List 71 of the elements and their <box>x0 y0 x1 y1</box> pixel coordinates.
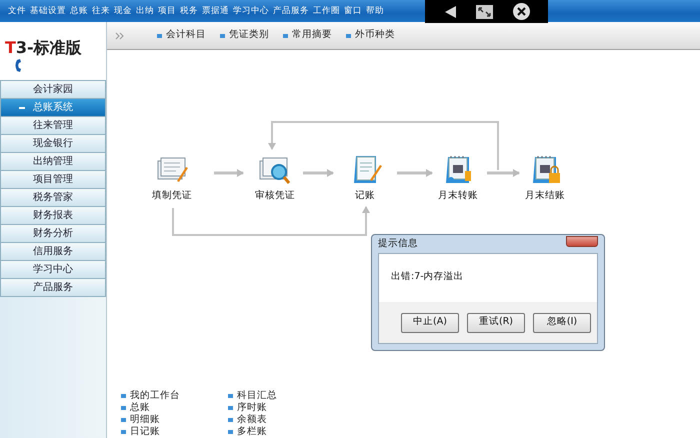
quick-link[interactable]: 总账 <box>121 402 180 414</box>
quick-link[interactable]: 序时账 <box>228 402 277 414</box>
sidebar-item[interactable]: 项目管理 <box>0 171 106 189</box>
quick-link[interactable]: 明细账 <box>121 414 180 426</box>
bullet-icon <box>228 406 233 410</box>
bullet-icon <box>346 34 351 38</box>
menu-item[interactable]: 现金 <box>114 4 132 18</box>
menu-item[interactable]: 票据通 <box>202 4 229 18</box>
sidebar-item[interactable]: 信用服务 <box>0 243 106 261</box>
quick-link[interactable]: 日记账 <box>121 426 180 438</box>
quick-link[interactable]: 我的工作台 <box>121 390 180 402</box>
sidebar-item[interactable]: 出纳管理 <box>0 153 106 171</box>
logo-letter: T <box>5 37 16 59</box>
close-icon[interactable] <box>513 3 530 20</box>
bullet-icon <box>283 34 288 38</box>
menu-item[interactable]: 工作圈 <box>313 4 340 18</box>
quick-link[interactable]: 多栏账 <box>228 426 277 438</box>
bullet-icon <box>220 34 225 38</box>
bullet-icon <box>121 394 126 398</box>
flow-arrow <box>397 169 433 177</box>
sidebar-item[interactable]: 现金银行 <box>0 135 106 153</box>
toolbar-link[interactable]: 常用摘要 <box>283 28 332 43</box>
sidebar-item[interactable]: 产品服务 <box>0 279 106 297</box>
sidebar-item[interactable]: 总账系统 <box>0 99 106 117</box>
menu-item[interactable]: 项目 <box>158 4 176 18</box>
flow-arrow <box>303 169 334 177</box>
flow-step-label[interactable]: 记账 <box>355 189 375 204</box>
dialog-button[interactable]: 重试(R) <box>467 312 525 332</box>
phone-icon <box>14 59 23 72</box>
sidebar-item[interactable]: 往来管理 <box>0 117 106 135</box>
menu-item[interactable]: 基础设置 <box>30 4 66 18</box>
bullet-icon <box>121 418 126 422</box>
sidebar-item[interactable]: 学习中心 <box>0 261 106 279</box>
flow-arrow <box>214 169 244 177</box>
sidebar-item[interactable]: 税务管家 <box>0 189 106 207</box>
dialog-button[interactable]: 忽略(I) <box>533 312 591 332</box>
sidebar-item[interactable]: 财务分析 <box>0 225 106 243</box>
dialog-message: 出错:7-内存溢出 <box>390 270 465 284</box>
dialog-title: 提示信息 <box>378 236 418 251</box>
flow-arrow <box>487 169 520 177</box>
bullet-icon <box>121 406 126 410</box>
bullet-icon <box>228 394 233 398</box>
quick-link[interactable]: 科目汇总 <box>228 390 277 402</box>
bullet-icon <box>228 430 233 434</box>
menu-item[interactable]: 产品服务 <box>273 4 309 18</box>
menu-item[interactable]: 税务 <box>180 4 198 18</box>
bullet-icon <box>121 430 126 434</box>
toolbar-link[interactable]: 外币种类 <box>346 28 395 43</box>
sidebar-item[interactable]: 会计家园 <box>0 81 106 99</box>
flow-step-label[interactable]: 填制凭证 <box>152 189 192 204</box>
menu-item[interactable]: 出纳 <box>136 4 154 18</box>
toolbar-link[interactable]: 会计科目 <box>157 28 206 43</box>
menu-item[interactable]: 文件 <box>8 4 26 18</box>
bullet-icon <box>228 418 233 422</box>
menu-item[interactable]: 总账 <box>70 4 88 18</box>
flow-step-label[interactable]: 月末转账 <box>438 189 478 204</box>
dialog-button[interactable]: 中止(A) <box>401 312 459 332</box>
resize-icon[interactable] <box>476 4 494 18</box>
back-icon[interactable] <box>442 4 457 18</box>
menu-item[interactable]: 窗口 <box>344 4 362 18</box>
flow-step-label[interactable]: 审核凭证 <box>255 189 295 204</box>
logo-text: 3-标准版 <box>16 37 82 59</box>
toolbar-link[interactable]: 凭证类别 <box>220 28 269 43</box>
menu-item[interactable]: 学习中心 <box>233 4 269 18</box>
menu-item[interactable]: 往来 <box>92 4 110 18</box>
bullet-icon <box>157 34 162 38</box>
menu-item[interactable]: 帮助 <box>366 4 384 18</box>
close-button[interactable] <box>566 236 598 246</box>
sidebar-item[interactable]: 财务报表 <box>0 207 106 225</box>
flow-step-label[interactable]: 月末结账 <box>525 189 565 204</box>
quick-link[interactable]: 余额表 <box>228 414 277 426</box>
